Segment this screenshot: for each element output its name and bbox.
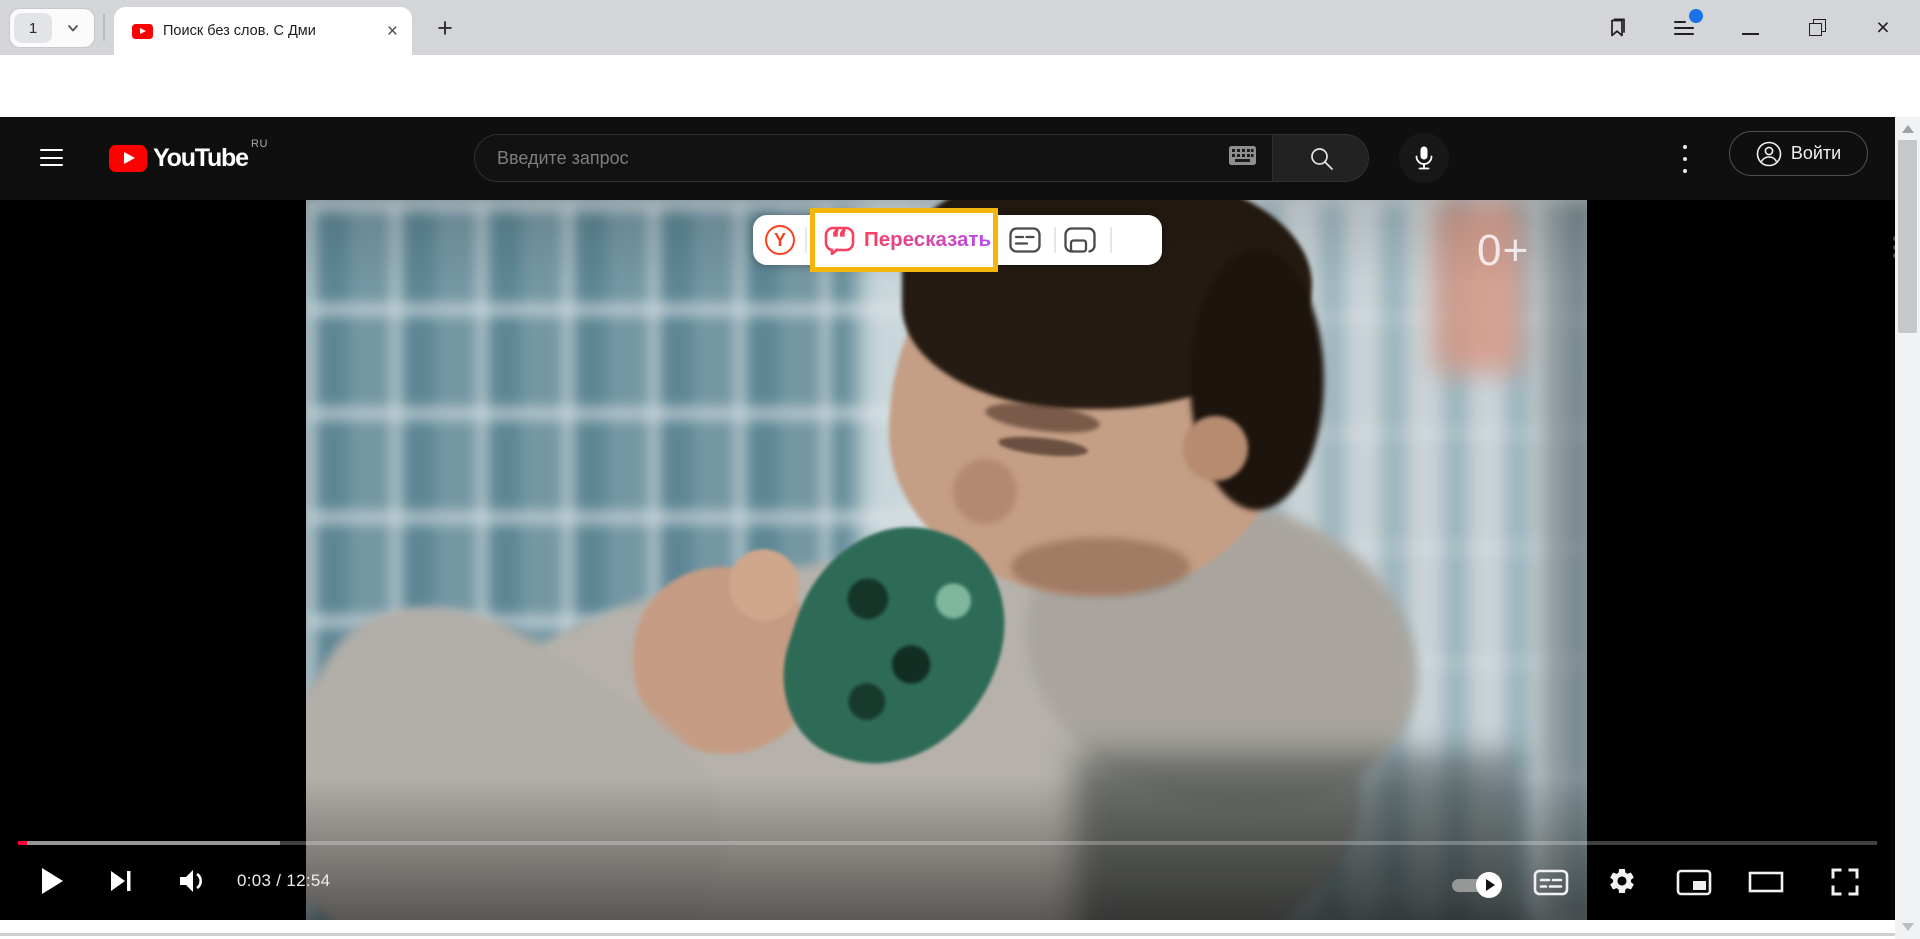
yandex-logo-icon[interactable]: Y — [765, 225, 795, 255]
overlay-menu-icon[interactable] — [1884, 230, 1895, 264]
summarize-button[interactable]: “ Пересказать — [810, 208, 998, 272]
search-input[interactable] — [475, 148, 1229, 169]
overlay-divider — [805, 227, 807, 253]
active-tab[interactable]: Поиск без слов. С Дми × — [114, 7, 412, 55]
youtube-favicon-icon — [132, 24, 153, 39]
quote-bubble-icon: “ — [824, 226, 855, 255]
fullscreen-button[interactable] — [1830, 867, 1860, 897]
tab-close-icon[interactable]: × — [387, 22, 398, 41]
notification-badge — [1689, 9, 1703, 23]
address-toolbar: Я www.youtube.com Поиск без слов. С Дмит… — [0, 55, 1920, 117]
captions-overlay-icon[interactable] — [1009, 224, 1041, 256]
youtube-page: YouTube RU — [0, 117, 1895, 939]
scrollbar-up-arrow[interactable] — [1902, 125, 1914, 133]
tabstrip-divider — [103, 14, 105, 41]
video-frame[interactable] — [306, 200, 1587, 920]
signin-button[interactable]: Войти — [1729, 131, 1868, 176]
progress-bar[interactable] — [18, 841, 1877, 845]
video-player[interactable]: 0+ Y “ Пересказать — [0, 200, 1895, 920]
scrollbar-thumb[interactable] — [1898, 140, 1917, 333]
summarize-label: Пересказать — [864, 228, 991, 252]
page-below-player — [0, 920, 1895, 939]
progress-played — [18, 841, 27, 845]
miniplayer-button[interactable] — [1676, 869, 1712, 896]
bookmarks-panel-icon[interactable] — [1603, 14, 1631, 42]
theater-mode-button[interactable] — [1748, 871, 1784, 893]
tab-title: Поиск без слов. С Дми — [163, 23, 375, 39]
tab-counter-button[interactable]: 1 — [10, 9, 94, 47]
scrollbar-down-arrow[interactable] — [1902, 923, 1914, 931]
svg-text:“: “ — [830, 226, 848, 255]
window-close-button[interactable]: × — [1868, 11, 1898, 43]
play-button[interactable] — [41, 867, 63, 894]
page-divider — [0, 933, 1895, 936]
page-scrollbar[interactable] — [1895, 117, 1920, 939]
browser-window: 1 Поиск без слов. С Дми × + × — [0, 0, 1920, 939]
guide-menu-icon[interactable] — [40, 149, 63, 166]
time-display: 0:03 / 12:54 — [237, 871, 330, 891]
captions-button[interactable] — [1533, 869, 1569, 896]
chevron-down-icon[interactable] — [52, 21, 94, 35]
age-rating-badge: 0+ — [1477, 226, 1529, 276]
header-menu-icon[interactable] — [1676, 145, 1694, 173]
browser-menu-icon[interactable] — [1671, 14, 1699, 42]
volume-button[interactable] — [178, 867, 208, 895]
overlay-divider — [1110, 227, 1112, 253]
new-tab-button[interactable]: + — [430, 13, 460, 43]
signin-label: Войти — [1791, 143, 1841, 164]
autoplay-toggle[interactable] — [1450, 872, 1502, 898]
toggle-knob-play-icon — [1476, 872, 1502, 898]
youtube-logo[interactable]: YouTube — [109, 144, 248, 173]
progress-buffer — [18, 841, 280, 845]
pip-overlay-icon[interactable] — [1064, 224, 1096, 256]
overlay-divider — [1054, 227, 1056, 253]
youtube-wordmark: YouTube — [153, 144, 248, 173]
yandex-overlay-toolbar: Y “ Пересказать — [753, 215, 1162, 265]
tab-strip: 1 Поиск без слов. С Дми × + × — [0, 0, 1920, 55]
youtube-region-label: RU — [251, 138, 268, 150]
voice-search-button[interactable] — [1399, 133, 1449, 183]
settings-button[interactable] — [1607, 866, 1637, 896]
youtube-play-icon — [109, 145, 147, 172]
video-bottom-gradient — [306, 200, 1587, 920]
search-button[interactable] — [1273, 134, 1369, 182]
search-box[interactable] — [474, 134, 1273, 182]
tab-count: 1 — [14, 13, 52, 43]
next-button[interactable] — [108, 868, 134, 894]
window-restore-button[interactable] — [1806, 16, 1830, 40]
youtube-header: YouTube RU — [0, 117, 1895, 200]
window-minimize-button[interactable] — [1738, 14, 1764, 42]
person-icon — [1756, 141, 1782, 167]
keyboard-icon[interactable] — [1229, 146, 1256, 170]
